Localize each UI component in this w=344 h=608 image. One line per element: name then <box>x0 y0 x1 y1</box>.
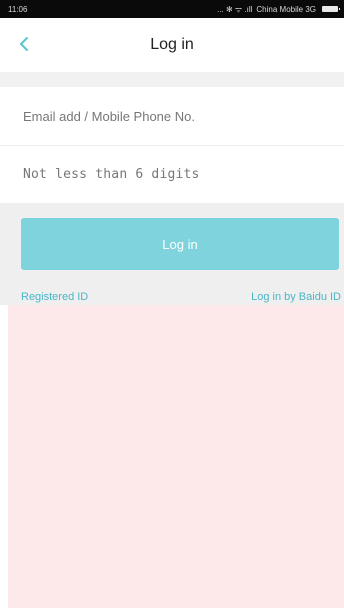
email-row <box>0 87 344 145</box>
baidu-login-link[interactable]: Log in by Baidu ID <box>251 291 341 303</box>
password-row <box>0 145 344 203</box>
login-screen: 11:06 ... ✻ ᯤ .ıll China Mobile 3G Log i… <box>0 0 344 608</box>
status-time: 11:06 <box>8 4 28 14</box>
section-divider <box>0 72 344 87</box>
battery-icon <box>322 6 340 12</box>
status-indicators: ... ✻ ᯤ .ıll China Mobile 3G <box>217 4 340 15</box>
email-phone-input[interactable] <box>23 108 323 124</box>
status-bar: 11:06 ... ✻ ᯤ .ıll China Mobile 3G <box>0 0 344 18</box>
empty-content-area <box>8 305 344 608</box>
action-area: Log in Registered ID Log in by Baidu ID <box>0 203 344 305</box>
back-button[interactable] <box>12 32 36 56</box>
signal-icons: ... ✻ ᯤ .ıll <box>217 4 253 14</box>
carrier-name: China Mobile 3G <box>256 4 316 14</box>
page-title: Log in <box>150 36 194 53</box>
password-input[interactable] <box>23 167 323 182</box>
login-button[interactable]: Log in <box>21 218 339 270</box>
register-link[interactable]: Registered ID <box>21 291 88 303</box>
chevron-left-icon <box>20 37 28 51</box>
header: Log in <box>0 18 344 72</box>
